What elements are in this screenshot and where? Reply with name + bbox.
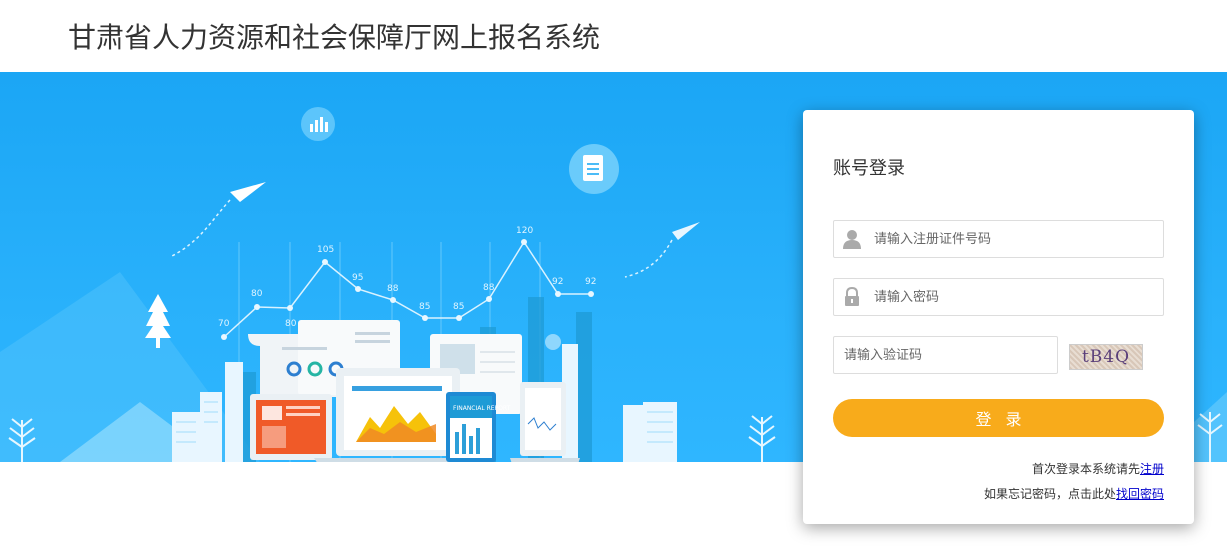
username-field[interactable] [833, 220, 1164, 258]
chart-label: 105 [317, 245, 334, 255]
login-card: 账号登录 tB4Q 登录 首次登录本系统请先注册 如果忘记密码，点击此处找回密码 [803, 110, 1194, 524]
paper-plane-icon [672, 222, 700, 240]
chart-label: 88 [483, 283, 495, 293]
chart-label: 92 [552, 277, 563, 287]
register-prompt-text: 首次登录本系统请先 [1031, 462, 1140, 476]
chart-label: 120 [516, 226, 533, 236]
paper-plane-icon [230, 182, 266, 202]
chart-label: 95 [352, 273, 363, 283]
chart-label: 85 [453, 302, 464, 312]
user-icon [843, 230, 861, 249]
chart-label: 85 [419, 302, 430, 312]
recover-prompt-text: 如果忘记密码，点击此处 [983, 487, 1116, 501]
lock-icon [845, 287, 859, 306]
password-input[interactable] [874, 279, 1154, 315]
report-label: FINANCIAL REPORT [453, 405, 511, 412]
header: 甘肃省人力资源和社会保障厅网上报名系统 [0, 0, 1227, 72]
username-input[interactable] [874, 221, 1154, 257]
login-button[interactable]: 登录 [833, 399, 1164, 437]
recover-prompt: 如果忘记密码，点击此处找回密码 [984, 485, 1164, 502]
recover-password-link[interactable]: 找回密码 [1116, 487, 1164, 501]
captcha-input[interactable] [844, 337, 1044, 373]
password-field[interactable] [833, 278, 1164, 316]
captcha-field[interactable] [833, 336, 1058, 374]
document-icon [583, 155, 603, 181]
chart-label: 80 [285, 319, 297, 329]
login-title: 账号登录 [833, 158, 905, 179]
chart-label: 70 [218, 319, 230, 329]
chart-label: 88 [387, 284, 399, 294]
site-title: 甘肃省人力资源和社会保障厅网上报名系统 [68, 21, 601, 54]
chart-label: 92 [585, 277, 596, 287]
captcha-image[interactable]: tB4Q [1069, 344, 1143, 370]
register-link[interactable]: 注册 [1140, 462, 1164, 476]
chart-label: 80 [251, 289, 263, 299]
register-prompt: 首次登录本系统请先注册 [1032, 460, 1164, 477]
